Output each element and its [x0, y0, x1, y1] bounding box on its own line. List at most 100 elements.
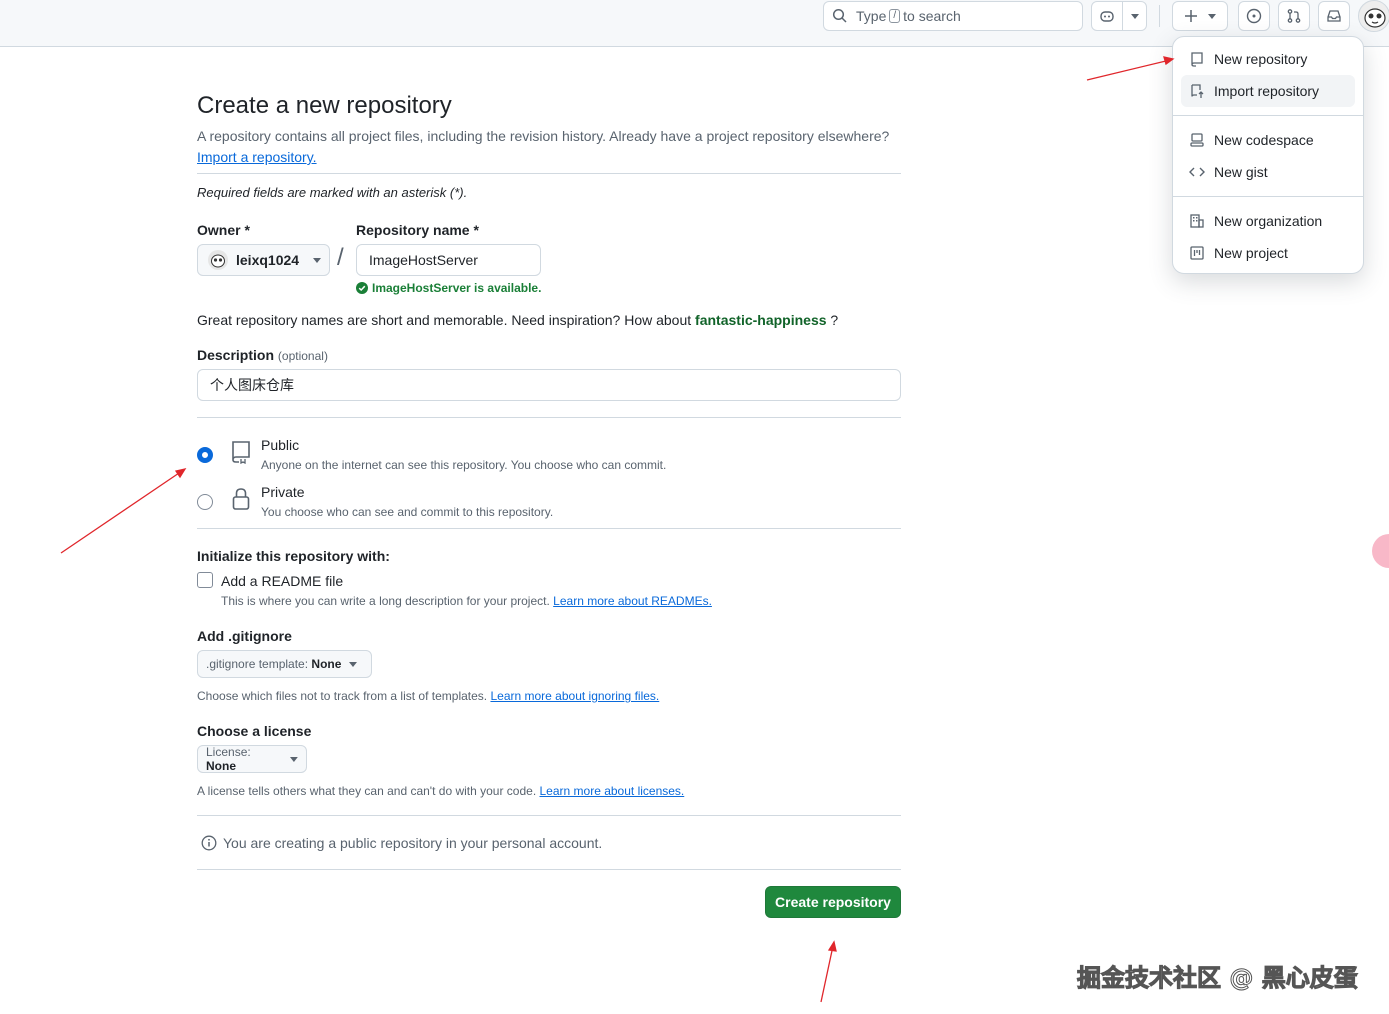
- suggestion-text: Great repository names are short and mem…: [197, 312, 692, 328]
- menu-item-import-repository[interactable]: Import repository: [1181, 75, 1355, 107]
- availability-text: ImageHostServer is available.: [372, 281, 542, 295]
- repository-name-input[interactable]: ImageHostServer: [356, 244, 541, 276]
- info-icon: [201, 835, 217, 851]
- watermark: 掘金技术社区 @ 黑心皮蛋: [1077, 964, 1359, 993]
- license-description: A license tells others what they can and…: [197, 784, 537, 798]
- copilot-dropdown-button[interactable]: [1122, 1, 1147, 31]
- suggestion-end: ?: [830, 312, 839, 328]
- divider: [197, 815, 901, 816]
- gitignore-learn-more-link[interactable]: Learn more about ignoring files.: [490, 689, 659, 703]
- description-label-text: Description: [197, 347, 275, 363]
- menu-item-new-gist[interactable]: New gist: [1181, 156, 1355, 188]
- import-repository-link[interactable]: Import a repository.: [197, 149, 317, 165]
- page-title: Create a new repository: [197, 92, 452, 119]
- copilot-icon: [1100, 11, 1114, 22]
- license-select-text: License: None: [206, 745, 282, 773]
- subtitle-text: A repository contains all project files,…: [197, 128, 890, 144]
- public-radio[interactable]: [197, 447, 213, 463]
- license-prefix: License:: [206, 745, 251, 759]
- license-select[interactable]: License: None: [197, 745, 307, 773]
- readme-learn-more-link[interactable]: Learn more about READMEs.: [553, 594, 712, 608]
- annotation-arrow: [60, 468, 187, 554]
- triangle-down-icon: [1208, 13, 1216, 19]
- avatar-image-icon: [1359, 1, 1389, 31]
- search-suffix: to search: [903, 8, 961, 24]
- code-icon: [1189, 167, 1205, 177]
- repo-push-icon: [1191, 84, 1204, 98]
- avatar: [208, 250, 228, 270]
- pull-requests-button[interactable]: [1278, 1, 1310, 31]
- git-pull-request-icon: [1287, 9, 1301, 23]
- gitignore-template-select[interactable]: .gitignore template: None: [197, 650, 372, 678]
- annotation-arrow: [1086, 56, 1175, 81]
- issues-button[interactable]: [1238, 1, 1270, 31]
- create-new-button[interactable]: [1172, 1, 1228, 31]
- menu-item-label: New project: [1214, 245, 1288, 261]
- check-circle-icon: [356, 282, 368, 294]
- info-text: You are creating a public repository in …: [223, 835, 603, 851]
- header-divider: [1159, 5, 1160, 27]
- divider: [197, 173, 901, 174]
- menu-item-new-project[interactable]: New project: [1181, 237, 1355, 269]
- project-icon: [1190, 246, 1204, 260]
- create-repository-button[interactable]: Create repository: [765, 886, 901, 918]
- triangle-down-icon: [349, 661, 358, 667]
- plus-icon: [1185, 10, 1197, 22]
- readme-note: This is where you can write a long descr…: [221, 594, 712, 608]
- triangle-down-icon: [1130, 13, 1139, 19]
- description-input[interactable]: 个人图床仓库: [197, 369, 901, 401]
- name-suggestion: Great repository names are short and mem…: [197, 312, 838, 328]
- private-title: Private: [261, 484, 305, 500]
- search-icon: [832, 8, 847, 23]
- initialize-label: Initialize this repository with:: [197, 548, 390, 564]
- lock-icon: [232, 488, 250, 510]
- info-message: You are creating a public repository in …: [201, 835, 602, 851]
- organization-icon: [1190, 214, 1204, 228]
- gitignore-label: Add .gitignore: [197, 628, 292, 644]
- required-fields-note: Required fields are marked with an aster…: [197, 185, 468, 200]
- readme-label: Add a README file: [221, 573, 344, 589]
- license-value: None: [206, 759, 236, 773]
- page-subtitle: A repository contains all project files,…: [197, 126, 901, 168]
- menu-item-label: New codespace: [1214, 132, 1314, 148]
- divider: [197, 528, 901, 529]
- public-title: Public: [261, 437, 300, 453]
- user-avatar[interactable]: [1358, 0, 1389, 32]
- description-label: Description (optional): [197, 347, 328, 363]
- readme-description: This is where you can write a long descr…: [221, 594, 550, 608]
- license-note: A license tells others what they can and…: [197, 784, 684, 798]
- menu-divider: [1173, 196, 1363, 197]
- menu-item-label: New gist: [1214, 164, 1268, 180]
- floating-widget[interactable]: [1372, 534, 1389, 568]
- annotation-arrow: [820, 940, 837, 1003]
- description-value: 个人图床仓库: [210, 377, 294, 393]
- readme-checkbox[interactable]: [197, 572, 213, 588]
- menu-item-label: Import repository: [1214, 83, 1320, 99]
- gitignore-select-text: .gitignore template: None: [206, 657, 341, 671]
- license-label: Choose a license: [197, 723, 312, 739]
- gitignore-value: None: [311, 657, 342, 671]
- menu-item-new-repository[interactable]: New repository: [1181, 43, 1355, 75]
- repository-name-value: ImageHostServer: [369, 252, 478, 268]
- search-input[interactable]: Type / to search: [823, 1, 1083, 31]
- gitignore-prefix: .gitignore template:: [206, 657, 309, 671]
- triangle-down-icon: [313, 257, 322, 263]
- divider: [197, 869, 901, 870]
- menu-item-new-organization[interactable]: New organization: [1181, 205, 1355, 237]
- optional-tag: (optional): [277, 349, 328, 363]
- inbox-icon: [1327, 10, 1341, 22]
- license-learn-more-link[interactable]: Learn more about licenses.: [540, 784, 685, 798]
- owner-value: leixq1024: [236, 252, 300, 268]
- repo-icon: [1191, 52, 1203, 67]
- issue-opened-icon: [1246, 8, 1262, 24]
- private-radio[interactable]: [197, 494, 213, 510]
- owner-select[interactable]: leixq1024: [197, 244, 330, 276]
- copilot-button[interactable]: [1091, 1, 1123, 31]
- menu-item-new-codespace[interactable]: New codespace: [1181, 124, 1355, 156]
- owner-label: Owner *: [197, 222, 250, 238]
- menu-item-label: New repository: [1214, 51, 1308, 67]
- public-description: Anyone on the internet can see this repo…: [261, 458, 667, 472]
- menu-item-label: New organization: [1214, 213, 1323, 229]
- suggested-name[interactable]: fantastic-happiness: [695, 312, 826, 328]
- inbox-button[interactable]: [1318, 1, 1350, 31]
